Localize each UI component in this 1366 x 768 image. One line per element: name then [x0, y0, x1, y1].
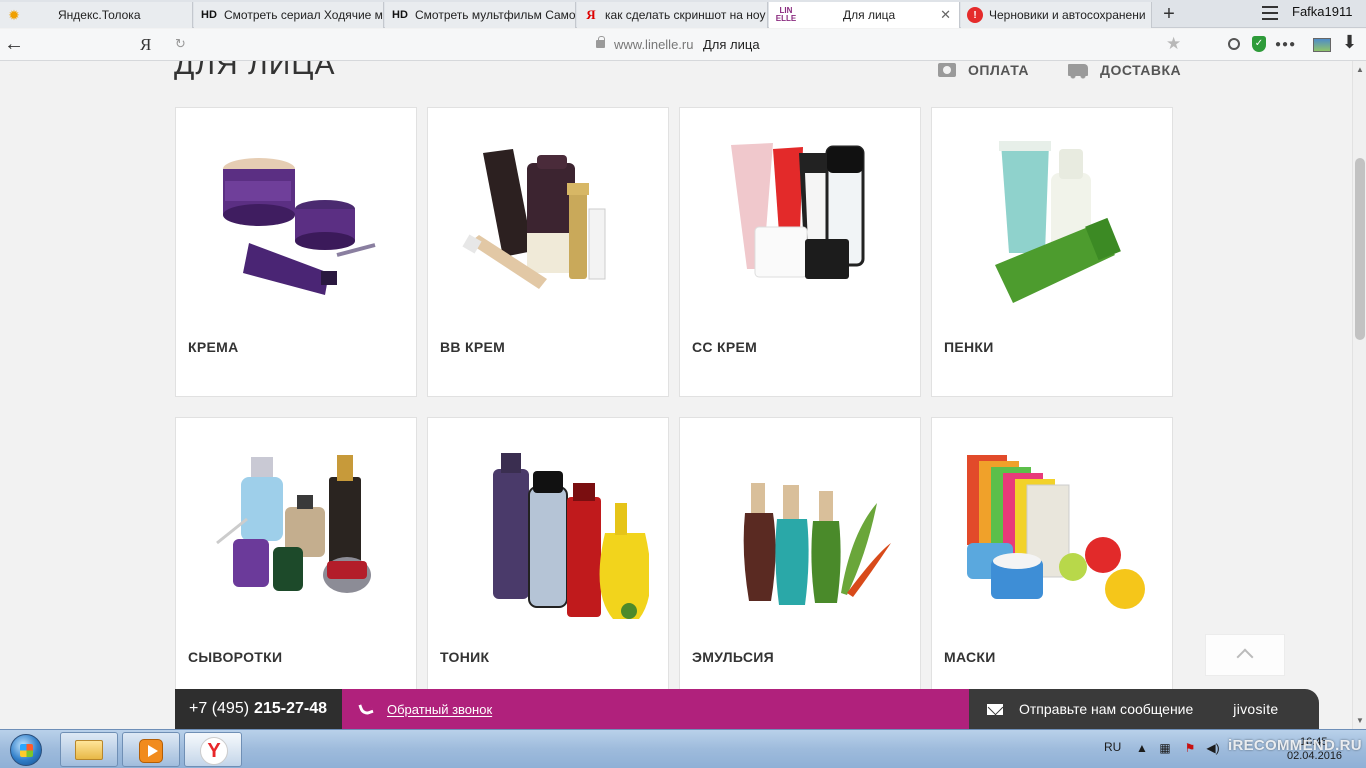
reload-icon[interactable]: ↻	[175, 36, 186, 52]
start-button[interactable]	[4, 732, 48, 768]
chat-widget[interactable]: Отправьте нам сообщение jivosite	[969, 689, 1319, 729]
page-scrollbar[interactable]: ▲ ▼	[1352, 61, 1366, 729]
payment-link[interactable]: ОПЛАТА	[938, 62, 1029, 78]
category-card-creams[interactable]: КРЕМА	[175, 107, 417, 397]
new-tab-button[interactable]: +	[1158, 3, 1180, 25]
browser-menu-icon[interactable]	[1262, 6, 1278, 20]
show-hidden-icons-icon[interactable]: ▲	[1134, 741, 1150, 755]
category-label: ТОНИК	[440, 649, 490, 665]
tab-cartoon[interactable]: HD Смотреть мультфильм Само	[385, 2, 576, 28]
more-extensions-icon[interactable]: ●●●	[1275, 39, 1296, 57]
browser-tab-strip: ✹ Яндекс.Толока HD Смотреть сериал Ходяч…	[0, 0, 1366, 28]
tab-walking-dead[interactable]: HD Смотреть сериал Ходячие м	[194, 2, 384, 28]
phone-number: +7 (495) 215-27-48	[175, 689, 342, 729]
category-card-emulsion[interactable]: ЭМУЛЬСИЯ	[679, 417, 921, 690]
category-card-masks[interactable]: МАСКИ	[931, 417, 1173, 690]
hd-favicon-icon: HD	[201, 9, 217, 21]
yandex-browser-icon: Y	[200, 737, 228, 765]
category-label: ЭМУЛЬСИЯ	[692, 649, 774, 665]
linelle-favicon-icon: LIN ELLE	[775, 6, 797, 23]
category-card-serums[interactable]: СЫВОРОТКИ	[175, 417, 417, 690]
windows-logo-icon	[10, 734, 42, 766]
scroll-down-arrow-icon[interactable]: ▼	[1356, 716, 1364, 725]
toloka-favicon-icon: ✹	[8, 6, 20, 23]
close-tab-icon[interactable]: ✕	[940, 7, 951, 23]
taskbar-explorer[interactable]	[60, 732, 118, 767]
wallet-icon	[938, 63, 956, 77]
masks-product-image	[967, 455, 1145, 609]
tab-drafts[interactable]: ! Черновики и автосохранени	[961, 2, 1152, 28]
tab-label: Черновики и автосохранени	[989, 8, 1146, 22]
volume-icon[interactable]: ◀)	[1205, 741, 1221, 755]
media-player-icon	[139, 739, 163, 763]
url-host[interactable]: www.linelle.ru	[614, 37, 693, 52]
network-icon[interactable]: ▦	[1157, 741, 1173, 755]
bookmark-star-icon[interactable]: ★	[1166, 34, 1181, 54]
action-center-flag-icon[interactable]: ⚑	[1182, 741, 1198, 755]
tab-label: Смотреть сериал Ходячие м	[224, 8, 383, 22]
yandex-favicon-icon: Я	[586, 7, 596, 22]
user-name[interactable]: Fafka1911	[1292, 4, 1352, 19]
picture-extension-icon[interactable]	[1313, 36, 1333, 54]
hd-favicon-icon: HD	[392, 9, 408, 21]
page-title: ДЛЯ ЛИЦА	[174, 61, 336, 81]
category-label: ПЕНКИ	[944, 339, 994, 355]
jivosite-logo: jivosite	[1233, 701, 1279, 717]
folder-icon	[75, 740, 103, 760]
chat-label[interactable]: Отправьте нам сообщение	[1019, 701, 1193, 717]
taskbar-media-player[interactable]	[122, 732, 180, 767]
lock-icon	[596, 36, 605, 48]
url-page-title[interactable]: Для лица	[703, 37, 760, 52]
creams-product-image	[223, 158, 376, 295]
scroll-to-top-button[interactable]	[1205, 634, 1285, 676]
address-bar: ← Я ↻ www.linelle.ru Для лица ★ ✓ ●●● ⬇	[0, 29, 1366, 61]
truck-icon	[1068, 64, 1088, 79]
category-label: КРЕМА	[188, 339, 239, 355]
taskbar-yandex-browser[interactable]: Y	[184, 732, 242, 767]
irecommend-watermark: iRECOMMEND.RU	[1228, 737, 1362, 754]
callback-bar[interactable]: Обратный звонок	[342, 689, 992, 729]
tab-label: как сделать скриншот на ноу	[605, 8, 766, 22]
page-content: ДЛЯ ЛИЦА ОПЛАТА ДОСТАВКА КРЕМА ВВ КРЕМ С…	[0, 61, 1352, 690]
category-label: СЫВОРОТКИ	[188, 649, 283, 665]
tab-screenshot-search[interactable]: Я как сделать скриншот на ноу	[577, 2, 768, 28]
category-card-cc-cream[interactable]: СС КРЕМ	[679, 107, 921, 397]
windows-taskbar: Y RU ▲ ▦ ⚑ ◀) 16:45 02.04.2016	[0, 729, 1366, 768]
envelope-icon	[987, 703, 1003, 715]
category-card-tonic[interactable]: ТОНИК	[427, 417, 669, 690]
category-card-foams[interactable]: ПЕНКИ	[931, 107, 1173, 397]
delivery-link[interactable]: ДОСТАВКА	[1068, 62, 1181, 79]
phone-icon	[358, 701, 374, 717]
scroll-up-arrow-icon[interactable]: ▲	[1356, 65, 1364, 74]
yandex-home-button[interactable]: Я	[140, 35, 151, 55]
category-label: СС КРЕМ	[692, 339, 758, 355]
cc-cream-product-image	[731, 143, 865, 279]
tab-label: Яндекс.Толока	[58, 8, 141, 22]
download-arrow-icon[interactable]: ⬇	[1342, 32, 1357, 52]
tab-for-face[interactable]: LIN ELLE Для лица ✕	[769, 2, 960, 28]
extension-icon[interactable]	[1228, 36, 1246, 54]
otzovik-favicon-icon: !	[967, 7, 983, 23]
tab-yandex-toloka[interactable]: ✹ Яндекс.Толока	[0, 2, 193, 28]
language-indicator[interactable]: RU	[1104, 740, 1121, 754]
category-label: ВВ КРЕМ	[440, 339, 506, 355]
tab-label: Смотреть мультфильм Само	[415, 8, 576, 22]
callback-link[interactable]: Обратный звонок	[387, 702, 492, 717]
category-card-bb-cream[interactable]: ВВ КРЕМ	[427, 107, 669, 397]
foams-product-image	[995, 141, 1121, 303]
serums-product-image	[216, 455, 371, 593]
emulsion-product-image	[743, 483, 891, 605]
protect-shield-icon[interactable]: ✓	[1252, 36, 1270, 54]
tonic-product-image	[493, 453, 649, 619]
bb-cream-product-image	[462, 149, 606, 289]
category-label: МАСКИ	[944, 649, 996, 665]
scrollbar-thumb[interactable]	[1355, 158, 1365, 340]
tab-label: Для лица	[843, 8, 896, 22]
back-arrow-icon[interactable]: ←	[4, 33, 24, 56]
